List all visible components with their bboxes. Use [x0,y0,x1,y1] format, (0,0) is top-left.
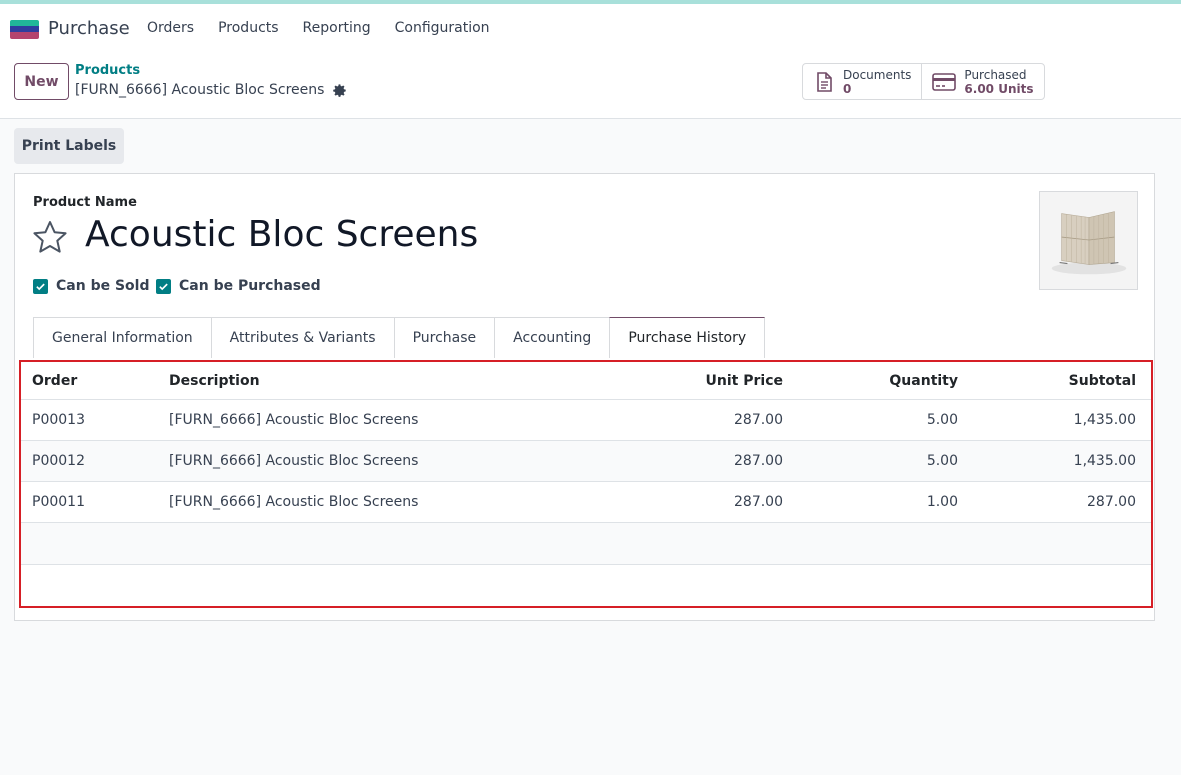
menu-configuration[interactable]: Configuration [395,20,490,36]
tab-accounting[interactable]: Accounting [494,317,611,358]
menu-products[interactable]: Products [218,20,278,36]
star-icon[interactable] [32,220,68,254]
highlight-box [19,360,1153,608]
tab-general-information[interactable]: General Information [33,317,212,358]
print-labels-button[interactable]: Print Labels [14,128,124,164]
menu-orders[interactable]: Orders [147,20,194,36]
breadcrumb-products[interactable]: Products [75,63,140,78]
breadcrumb-current-label: [FURN_6666] Acoustic Bloc Screens [75,82,325,98]
notebook-tabs: General Information Attributes & Variant… [33,317,766,358]
can-be-purchased-checkbox[interactable]: Can be Purchased [156,278,321,294]
menu-reporting[interactable]: Reporting [303,20,371,36]
purchased-smart-button[interactable]: Purchased 6.00 Units [921,64,1043,99]
main-navbar: Purchase Orders Products Reporting Confi… [0,4,1181,52]
checkbox-checked-icon [156,278,171,294]
credit-card-icon [932,72,957,91]
acoustic-screen-image [1051,211,1127,275]
gear-icon[interactable] [332,83,347,98]
documents-smart-button[interactable]: Documents 0 [803,64,921,99]
can-be-sold-checkbox[interactable]: Can be Sold [33,278,149,294]
purchased-value: 6.00 Units [964,81,1034,96]
documents-count: 0 [843,81,852,96]
can-be-sold-label: Can be Sold [56,278,150,294]
breadcrumb-current: [FURN_6666] Acoustic Bloc Screens [75,82,347,98]
purchase-app-icon[interactable] [10,20,39,39]
product-name-field[interactable]: Acoustic Bloc Screens [85,214,478,255]
checkbox-checked-icon [33,278,48,294]
purchased-label: Purchased [964,67,1027,82]
new-button[interactable]: New [14,63,69,100]
control-panel: New Products [FURN_6666] Acoustic Bloc S… [0,52,1181,119]
tab-purchase-history[interactable]: Purchase History [609,317,766,358]
documents-label: Documents [843,67,912,82]
top-menu: Orders Products Reporting Configuration [147,20,514,36]
smart-buttons: Documents 0 Purchased 6.00 Units [802,63,1045,100]
app-name[interactable]: Purchase [48,18,130,39]
product-name-label: Product Name [33,195,137,210]
tab-purchase[interactable]: Purchase [393,317,496,358]
can-be-purchased-label: Can be Purchased [179,278,321,294]
product-image[interactable] [1039,191,1138,290]
document-icon [817,71,832,92]
tab-attributes-variants[interactable]: Attributes & Variants [210,317,395,358]
